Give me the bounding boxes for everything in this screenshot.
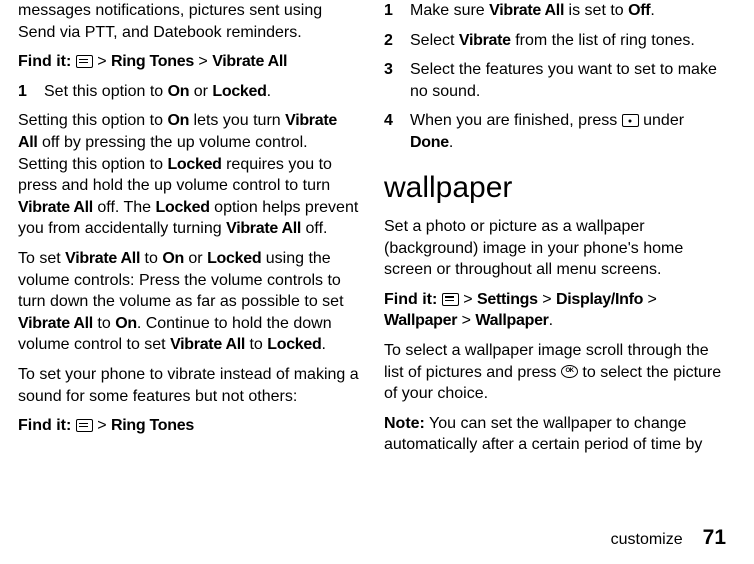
step-body: Set this option to On or Locked.: [44, 81, 360, 103]
find-label: Find it:: [384, 291, 437, 308]
step-body: Make sure Vibrate All is set to Off.: [410, 0, 726, 22]
volume-set-paragraph: To set Vibrate All to On or Locked using…: [18, 248, 360, 356]
step-number: 2: [384, 30, 410, 52]
step-1-detail: Setting this option to On lets you turn …: [18, 110, 360, 240]
menu-icon: [442, 293, 459, 306]
step-body: Select Vibrate from the list of ring ton…: [410, 30, 726, 52]
menu-icon: [76, 419, 93, 432]
page-columns: messages notifications, pictures sent us…: [0, 0, 754, 520]
step-1: 1 Set this option to On or Locked.: [18, 81, 360, 103]
step-2r: 2 Select Vibrate from the list of ring t…: [384, 30, 726, 52]
ok-icon: [561, 365, 578, 378]
wallpaper-intro: Set a photo or picture as a wallpaper (b…: [384, 216, 726, 281]
some-features-paragraph: To set your phone to vibrate instead of …: [18, 364, 360, 407]
note-label: Note:: [384, 415, 425, 432]
left-column: messages notifications, pictures sent us…: [18, 0, 360, 520]
ring-tones-path: Ring Tones: [111, 417, 194, 434]
step-1r: 1 Make sure Vibrate All is set to Off.: [384, 0, 726, 22]
step-3r: 3 Select the features you want to set to…: [384, 59, 726, 102]
step-4r: 4 When you are finished, press under Don…: [384, 110, 726, 153]
step-number: 4: [384, 110, 410, 153]
find-it-1: Find it: > Ring Tones > Vibrate All: [18, 51, 360, 73]
find-it-wallpaper: Find it: > Settings > Display/Info > Wal…: [384, 289, 726, 332]
vibrate-all-path: Vibrate All: [212, 53, 287, 70]
wallpaper-heading: wallpaper: [384, 168, 726, 209]
step-number: 3: [384, 59, 410, 102]
soft-key-icon: [622, 114, 639, 127]
intro-paragraph: messages notifications, pictures sent us…: [18, 0, 360, 43]
menu-icon: [76, 55, 93, 68]
find-label: Find it:: [18, 417, 71, 434]
find-label: Find it:: [18, 53, 71, 70]
step-body: Select the features you want to set to m…: [410, 59, 726, 102]
step-number: 1: [384, 0, 410, 22]
right-column: 1 Make sure Vibrate All is set to Off. 2…: [384, 0, 726, 520]
step-body: When you are finished, press under Done.: [410, 110, 726, 153]
wallpaper-select: To select a wallpaper image scroll throu…: [384, 340, 726, 405]
page-footer: customize 71: [0, 520, 754, 550]
wallpaper-note: Note: You can set the wallpaper to chang…: [384, 413, 726, 456]
ring-tones-path: Ring Tones: [111, 53, 194, 70]
step-number: 1: [18, 81, 44, 103]
footer-section-label: customize: [611, 531, 683, 549]
page-number: 71: [703, 526, 726, 550]
find-it-2: Find it: > Ring Tones: [18, 415, 360, 437]
